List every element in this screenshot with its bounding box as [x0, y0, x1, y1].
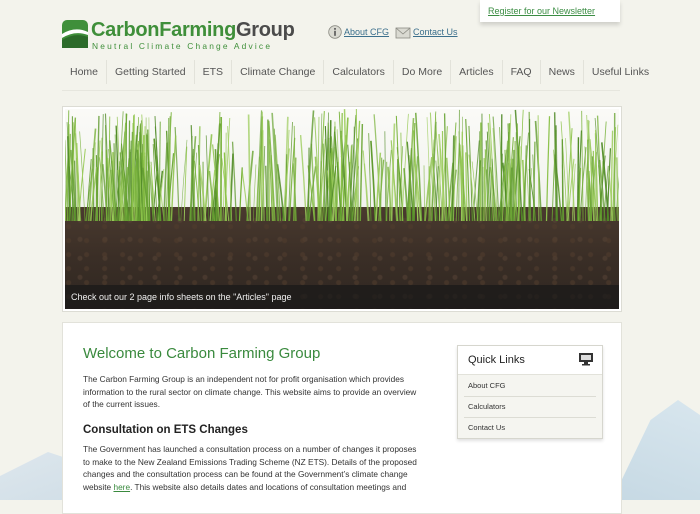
nav-item-articles[interactable]: Articles	[451, 60, 503, 84]
hero-banner[interactable]: Check out our 2 page info sheets on the …	[62, 106, 622, 312]
quick-links-divider	[464, 417, 596, 418]
ets-heading: Consultation on ETS Changes	[83, 424, 248, 436]
nav-item-faq[interactable]: FAQ	[503, 60, 541, 84]
quick-links-panel: Quick Links About CFG Calculators Contac…	[457, 345, 603, 439]
newsletter-link[interactable]: Register for our Newsletter	[488, 6, 595, 16]
nav-item-calculators[interactable]: Calculators	[324, 60, 394, 84]
quick-link-contact-us[interactable]: Contact Us	[468, 423, 505, 432]
nav-item-useful-links[interactable]: Useful Links	[584, 60, 657, 84]
info-icon	[328, 25, 342, 39]
logo-title: CarbonFarmingGroup	[91, 19, 295, 41]
mail-icon	[395, 27, 411, 39]
nav-item-getting-started[interactable]: Getting Started	[107, 60, 195, 84]
logo-leaf-icon	[62, 20, 88, 48]
hero-grass	[65, 109, 619, 221]
nav-divider	[62, 90, 620, 91]
main-navigation: Home Getting Started ETS Climate Change …	[62, 60, 657, 84]
ets-paragraph: The Government has launched a consultati…	[83, 444, 417, 492]
ets-here-link[interactable]: here	[113, 482, 130, 492]
quick-links-divider	[464, 396, 596, 397]
monitor-icon	[579, 353, 593, 366]
contact-us-link[interactable]: Contact Us	[413, 27, 458, 37]
hero-caption-bar[interactable]: Check out our 2 page info sheets on the …	[65, 285, 619, 309]
site-logo[interactable]: CarbonFarmingGroup Neutral Climate Chang…	[62, 19, 302, 52]
quick-link-calculators[interactable]: Calculators	[468, 402, 506, 411]
newsletter-box: Register for our Newsletter	[480, 0, 620, 22]
hero-image: Check out our 2 page info sheets on the …	[65, 109, 619, 309]
quick-links-title: Quick Links	[468, 354, 525, 366]
logo-tagline: Neutral Climate Change Advice	[92, 41, 273, 51]
quick-links-header: Quick Links	[458, 346, 602, 375]
nav-item-home[interactable]: Home	[62, 60, 108, 84]
main-content: Welcome to Carbon Farming Group The Carb…	[62, 322, 622, 514]
nav-item-climate-change[interactable]: Climate Change	[232, 60, 325, 84]
quick-link-about-cfg[interactable]: About CFG	[468, 381, 506, 390]
intro-paragraph: The Carbon Farming Group is an independe…	[83, 374, 417, 409]
nav-item-ets[interactable]: ETS	[195, 60, 233, 84]
page-title: Welcome to Carbon Farming Group	[83, 345, 321, 362]
hero-caption: Check out our 2 page info sheets on the …	[71, 292, 292, 302]
nav-item-do-more[interactable]: Do More	[394, 60, 452, 84]
about-cfg-link[interactable]: About CFG	[344, 27, 389, 37]
nav-item-news[interactable]: News	[541, 60, 584, 84]
